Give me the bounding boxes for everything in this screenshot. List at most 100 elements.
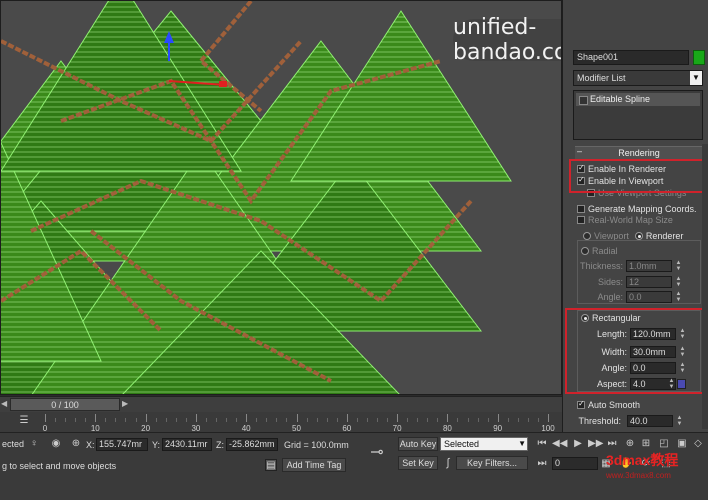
tick-mark — [417, 418, 419, 422]
tick-mark — [155, 418, 157, 422]
go-to-start-icon[interactable]: ⏮ — [536, 438, 548, 450]
curve-editor-icon[interactable]: ☰ — [18, 415, 30, 427]
site-logo: 3dmax教程 www.3dmax8.com — [606, 452, 704, 496]
tick-mark — [125, 418, 127, 422]
modifier-stack[interactable]: Editable Spline — [573, 90, 703, 140]
tick-mark — [527, 418, 529, 422]
watermark: unified-bandao.com.cn — [453, 15, 561, 65]
transform-mode-icon[interactable]: ⊕ — [70, 438, 82, 450]
real-world-map-checkbox[interactable] — [577, 216, 585, 224]
renderer-radio[interactable] — [634, 232, 643, 240]
status-bar: ected ♀ ◉ ⊕ X: 155.747mr Y: 2430.11mr Z:… — [0, 432, 708, 500]
auto-smooth-label: Auto Smooth — [588, 400, 641, 410]
previous-frame-icon[interactable]: ◀◀ — [552, 438, 567, 450]
tick-mark — [427, 418, 429, 422]
radial-angle-label: Angle: — [597, 292, 623, 302]
radial-radio[interactable] — [581, 247, 589, 255]
selection-set-value: Selected — [444, 439, 480, 449]
threshold-spinner[interactable]: ▲ ▼ — [676, 415, 683, 427]
thickness-field[interactable]: 1.0mm — [626, 260, 672, 272]
rollout-rendering-title[interactable]: Rendering — [575, 146, 703, 160]
isolate-icon[interactable]: ◉ — [50, 438, 62, 450]
key-icon[interactable]: ⊸ — [366, 445, 388, 461]
field-of-view-icon[interactable]: ◇ — [692, 438, 704, 450]
auto-smooth-checkbox[interactable] — [577, 399, 585, 409]
track-bar[interactable]: ☰ 0 10 20 30 40 50 60 70 80 90 100 — [0, 412, 562, 433]
key-mode-icon[interactable]: ⏭ — [536, 458, 548, 470]
tick-mark — [366, 418, 368, 422]
auto-smooth-row[interactable]: Auto Smooth — [577, 399, 641, 410]
prompt-line: g to select and move objects — [2, 461, 117, 471]
lock-selection-icon[interactable]: ♀ — [28, 438, 40, 450]
object-name-field[interactable]: Shape001 — [573, 50, 689, 65]
prev-frame-icon[interactable]: ◀ — [1, 399, 7, 408]
generate-mapping-checkbox[interactable] — [577, 205, 585, 213]
tick-mark — [246, 414, 248, 422]
real-world-map-row[interactable]: Real-World Map Size — [577, 215, 673, 225]
tick-mark — [216, 418, 218, 422]
sides-field[interactable]: 12 — [626, 276, 672, 288]
tick-mark — [65, 418, 67, 422]
panel-scrollbar[interactable] — [702, 144, 708, 429]
current-frame-field[interactable]: 0 — [552, 457, 598, 470]
tick-mark — [517, 418, 519, 422]
z-coordinate-field[interactable]: -25.862mm — [226, 438, 278, 451]
play-icon[interactable]: ▶ — [572, 438, 584, 450]
tick-mark — [276, 418, 278, 422]
zoom-icon[interactable]: ⊕ — [624, 438, 636, 450]
chevron-down-icon: ▼ — [690, 71, 702, 85]
thickness-spinner[interactable]: ▲ ▼ — [675, 260, 682, 272]
logo-text: 3dmax教程 — [606, 452, 679, 468]
x-coordinate-field[interactable]: 155.747mr — [96, 438, 148, 451]
add-time-tag-button[interactable]: Add Time Tag — [282, 458, 346, 472]
y-label: Y: — [152, 440, 161, 450]
radial-radio-row[interactable]: Radial — [581, 246, 618, 256]
viewport-radio[interactable] — [583, 232, 591, 240]
zoom-all-icon[interactable]: ⊞ — [640, 438, 652, 450]
stack-item-editable-spline[interactable]: Editable Spline — [576, 93, 700, 106]
tick-mark — [537, 418, 539, 422]
generate-mapping-row[interactable]: Generate Mapping Coords. — [577, 204, 697, 214]
tick-mark — [407, 418, 409, 422]
set-key-button[interactable]: Set Key — [398, 456, 438, 470]
radial-label: Radial — [592, 246, 618, 256]
auto-key-button[interactable]: Auto Key — [398, 437, 438, 451]
tick-mark — [507, 418, 509, 422]
tick-mark — [175, 418, 177, 422]
tick-mark — [145, 414, 147, 422]
zoom-extents-icon[interactable]: ◰ — [658, 438, 670, 450]
tick-mark — [376, 418, 378, 422]
next-frame-button-icon[interactable]: ▶▶ — [588, 438, 603, 450]
zoom-extents-all-icon[interactable]: ▣ — [676, 438, 688, 450]
key-filters-button[interactable]: Key Filters... — [456, 456, 528, 470]
tick-mark — [45, 414, 46, 422]
tick-mark — [296, 414, 298, 422]
tick-mark — [95, 414, 97, 422]
time-tag-icon[interactable]: ▤ — [265, 459, 277, 471]
perspective-viewport[interactable]: unified-bandao.com.cn — [0, 0, 562, 395]
tick-mark — [135, 418, 137, 422]
tick-mark — [165, 418, 167, 422]
highlight-box-rectangular — [565, 308, 707, 394]
next-frame-icon[interactable]: ▶ — [122, 399, 128, 408]
threshold-label: Threshold: — [578, 416, 621, 426]
radial-angle-spinner[interactable]: ▲ ▼ — [675, 291, 682, 303]
threshold-field[interactable]: 40.0 — [627, 415, 673, 427]
go-to-end-icon[interactable]: ⏭ — [606, 438, 618, 450]
tick-mark — [397, 414, 399, 422]
time-slider-thumb[interactable]: 0 / 100 — [10, 398, 120, 411]
collapse-icon[interactable]: – — [577, 146, 582, 156]
modifier-list-dropdown[interactable]: Modifier List ▼ — [573, 70, 703, 86]
real-world-map-label: Real-World Map Size — [588, 215, 673, 225]
object-color-swatch[interactable] — [693, 50, 705, 65]
y-coordinate-field[interactable]: 2430.11mr — [162, 438, 212, 451]
radial-angle-field[interactable]: 0.0 — [626, 291, 672, 303]
logo-url: www.3dmax8.com — [606, 471, 671, 480]
tangent-icon[interactable]: ∫ — [442, 457, 454, 469]
tick-mark — [286, 418, 288, 422]
tick-mark — [185, 418, 187, 422]
time-slider[interactable]: ◀ 0 / 100 ▶ — [0, 396, 562, 412]
tick-mark — [336, 418, 338, 422]
sides-spinner[interactable]: ▲ ▼ — [675, 276, 682, 288]
selection-set-dropdown[interactable]: Selected ▼ — [440, 437, 528, 451]
